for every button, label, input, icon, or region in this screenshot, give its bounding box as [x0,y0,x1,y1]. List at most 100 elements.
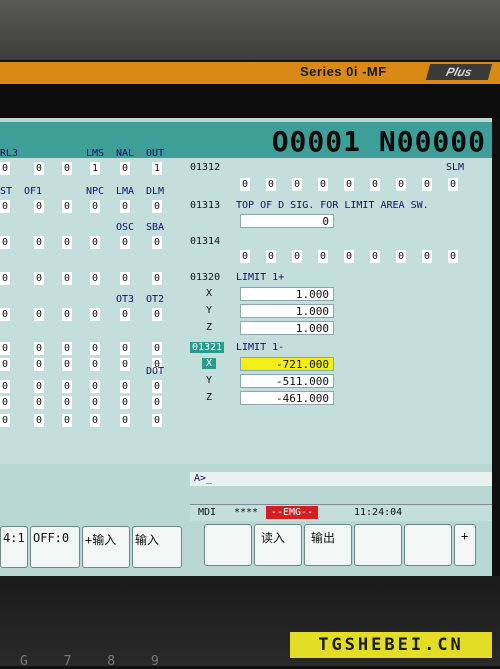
param-bit[interactable]: 0 [0,272,10,285]
param-bit[interactable]: 0 [152,380,162,393]
param-bit[interactable]: 0 [34,358,44,371]
limit1-plus-z-value[interactable]: 1.000 [240,321,334,335]
param-bit[interactable]: 0 [396,178,406,191]
limit1-minus-x-value[interactable]: -721.000 [240,357,334,371]
param-bit[interactable]: 1 [90,162,100,175]
param-bit[interactable]: 0 [62,414,72,427]
param-bit[interactable]: 0 [120,380,130,393]
param-bit[interactable]: 0 [62,272,72,285]
param-bit[interactable]: 0 [120,200,130,213]
softkey-2[interactable]: OFF:0 [30,526,80,568]
param-bit[interactable]: 0 [90,396,100,409]
param-label-slm: SLM [446,162,465,173]
softkey-output[interactable]: 输出 [304,524,352,566]
param-bit[interactable]: 0 [152,342,162,355]
param-bit[interactable]: 0 [0,162,10,175]
softkey-3[interactable]: +输入 [82,526,130,568]
param-bit[interactable]: 0 [34,414,44,427]
key-input-line[interactable]: A>_ [190,472,492,486]
param-number-01313: 01313 [190,200,221,211]
param-bit[interactable]: 0 [120,414,130,427]
param-bit[interactable]: 0 [90,308,100,321]
softkey-4[interactable]: 输入 [132,526,182,568]
param-bit[interactable]: 0 [62,162,72,175]
param-bit[interactable]: 0 [34,236,44,249]
param-bit[interactable]: 0 [90,236,100,249]
param-bit[interactable]: 0 [370,178,380,191]
param-bit[interactable]: 0 [240,178,250,191]
param-bit[interactable]: 0 [292,178,302,191]
param-bit[interactable]: 0 [62,342,72,355]
param-bit[interactable]: 0 [120,358,130,371]
param-bit[interactable]: 0 [34,342,44,355]
param-value-01313[interactable]: 0 [240,214,334,228]
param-bit[interactable]: 0 [90,414,100,427]
param-bit[interactable]: 0 [152,272,162,285]
param-bit[interactable]: 0 [396,250,406,263]
param-bit[interactable]: 0 [34,272,44,285]
param-label-01313: TOP OF D SIG. FOR LIMIT AREA SW. [236,200,429,211]
param-bit[interactable]: 0 [62,236,72,249]
param-bit[interactable]: 0 [62,308,72,321]
param-bit[interactable]: 0 [34,162,44,175]
param-bit[interactable]: 0 [266,250,276,263]
machine-keys-strip: G 7 8 9 [20,654,173,669]
param-bit[interactable]: 0 [34,380,44,393]
param-bit[interactable]: 0 [344,250,354,263]
param-bit[interactable]: 0 [62,358,72,371]
param-bit[interactable]: 0 [152,414,162,427]
param-bit[interactable]: 0 [34,396,44,409]
param-bit[interactable]: 0 [120,342,130,355]
param-bit[interactable]: 0 [0,414,10,427]
param-bit[interactable]: 0 [152,396,162,409]
param-bit[interactable]: 0 [152,236,162,249]
param-bit[interactable]: 0 [62,380,72,393]
param-bit[interactable]: 0 [90,272,100,285]
param-bit[interactable]: 0 [120,162,130,175]
param-bit[interactable]: 0 [62,396,72,409]
param-bit[interactable]: 0 [448,178,458,191]
param-bit[interactable]: 0 [120,272,130,285]
param-bit[interactable]: 0 [0,236,10,249]
param-bit[interactable]: 0 [318,250,328,263]
param-bit[interactable]: 0 [90,380,100,393]
limit1-minus-z-value[interactable]: -461.000 [240,391,334,405]
param-bit[interactable]: 0 [0,380,10,393]
param-bit[interactable]: 0 [90,200,100,213]
softkey-1[interactable]: 4:1 [0,526,28,568]
param-bit[interactable]: 0 [152,308,162,321]
screen-header: O0001 N00000 [0,122,492,158]
param-bit[interactable]: 0 [90,358,100,371]
softkey-8[interactable] [354,524,402,566]
param-bit[interactable]: 0 [422,250,432,263]
param-bit[interactable]: 0 [34,308,44,321]
softkey-next[interactable]: + [454,524,476,566]
limit1-plus-y-value[interactable]: 1.000 [240,304,334,318]
softkey-9[interactable] [404,524,452,566]
param-bit[interactable]: 0 [120,396,130,409]
limit1-plus-x-value[interactable]: 1.000 [240,287,334,301]
param-bit[interactable]: 0 [344,178,354,191]
param-bit[interactable]: 0 [318,178,328,191]
param-bit[interactable]: 0 [120,308,130,321]
softkey-5[interactable] [204,524,252,566]
param-bit[interactable]: 0 [448,250,458,263]
param-bit[interactable]: 0 [0,342,10,355]
param-bit[interactable]: 0 [0,358,10,371]
param-bit[interactable]: 0 [292,250,302,263]
param-bit[interactable]: 0 [0,200,10,213]
param-bit[interactable]: 0 [266,178,276,191]
param-bit[interactable]: 0 [422,178,432,191]
param-bit[interactable]: 0 [152,200,162,213]
param-bit[interactable]: 0 [34,200,44,213]
param-bit[interactable]: 0 [0,396,10,409]
param-bit[interactable]: 0 [90,342,100,355]
param-bit[interactable]: 0 [62,200,72,213]
param-bit[interactable]: 1 [152,162,162,175]
param-bit[interactable]: 0 [370,250,380,263]
param-bit[interactable]: 0 [240,250,250,263]
param-bit[interactable]: 0 [0,308,10,321]
param-bit[interactable]: 0 [120,236,130,249]
limit1-minus-y-value[interactable]: -511.000 [240,374,334,388]
softkey-read[interactable]: 读入 [254,524,302,566]
